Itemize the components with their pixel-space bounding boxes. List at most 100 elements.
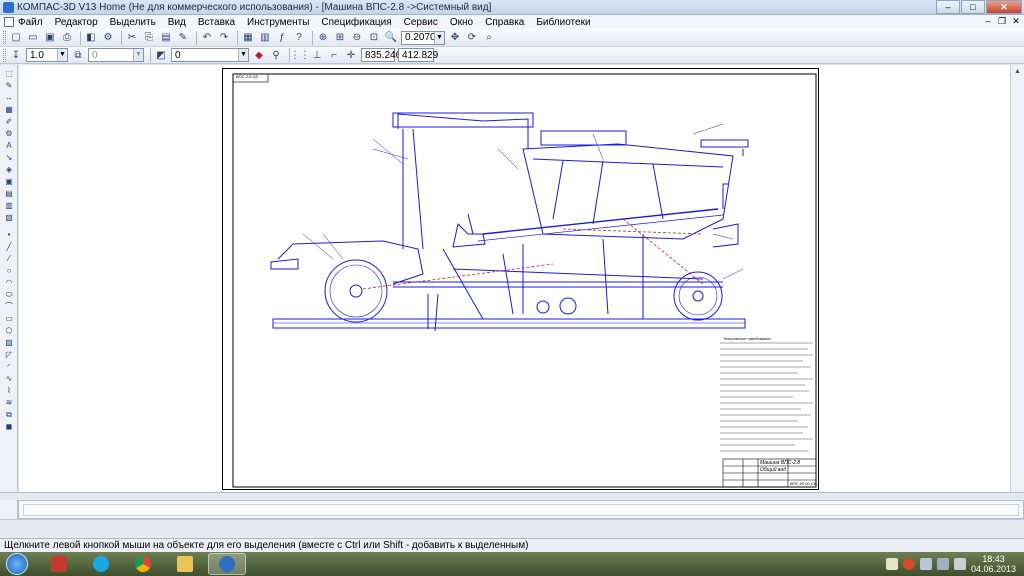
- segment-icon[interactable]: ⁄: [3, 254, 15, 263]
- aux-line-icon[interactable]: ╱: [3, 242, 15, 251]
- manager-icon[interactable]: ▦: [241, 31, 255, 45]
- param-icon[interactable]: ⚙: [3, 129, 15, 138]
- fill-icon[interactable]: ◼: [3, 422, 15, 431]
- chamfer-icon[interactable]: ◸: [3, 350, 15, 359]
- tray-icon[interactable]: [919, 558, 932, 570]
- zoom-frame-icon[interactable]: ⊞: [333, 31, 347, 45]
- maximize-button[interactable]: □: [961, 0, 985, 14]
- zoom-all-icon[interactable]: ⊡: [367, 31, 381, 45]
- menu-window[interactable]: Окно: [450, 17, 473, 28]
- clock[interactable]: 18:43 04.06.2013: [971, 554, 1016, 574]
- chevron-down-icon[interactable]: ▼: [238, 49, 248, 61]
- polyline-icon[interactable]: ⌒: [3, 302, 15, 311]
- chevron-down-icon[interactable]: ▼: [57, 49, 67, 61]
- designation-icon[interactable]: A: [3, 141, 15, 150]
- equidistant-icon[interactable]: ≋: [3, 398, 15, 407]
- collect-icon[interactable]: ⧉: [3, 410, 15, 419]
- rounding-icon[interactable]: ⌐: [327, 48, 341, 62]
- taskbar-app-1[interactable]: [40, 553, 78, 575]
- menu-file[interactable]: Файл: [18, 17, 43, 28]
- cursor-icon[interactable]: ✛: [344, 48, 358, 62]
- library-icon[interactable]: ▥: [258, 31, 272, 45]
- menu-select[interactable]: Выделить: [110, 17, 156, 28]
- taskbar-skype[interactable]: [82, 553, 120, 575]
- doc-close-button[interactable]: ✕: [1010, 16, 1022, 27]
- save-icon[interactable]: ▣: [43, 31, 57, 45]
- line-scale-field[interactable]: 1.0 ▼: [26, 48, 68, 62]
- scroll-up-icon[interactable]: ▲: [1011, 65, 1024, 78]
- taskbar-chrome[interactable]: [124, 553, 162, 575]
- menu-tools[interactable]: Инструменты: [247, 17, 309, 28]
- copy-icon[interactable]: ⎘: [142, 31, 156, 45]
- toolbar-grip[interactable]: [3, 48, 6, 62]
- measure-icon[interactable]: ↘: [3, 153, 15, 162]
- menu-specification[interactable]: Спецификация: [321, 17, 391, 28]
- coord-x-field[interactable]: 835.246: [361, 48, 401, 62]
- toolbar-grip[interactable]: [3, 31, 6, 44]
- format-icon[interactable]: ✎: [176, 31, 190, 45]
- properties-icon[interactable]: ⚙: [101, 31, 115, 45]
- open-file-icon[interactable]: ▭: [26, 31, 40, 45]
- rectangle-icon[interactable]: ▭: [3, 314, 15, 323]
- snap-settings-icon[interactable]: ⚲: [269, 48, 283, 62]
- drawing-workspace[interactable]: ВПС-2.8 СБ Технические требования Машина…: [19, 65, 1024, 492]
- preview-icon[interactable]: ◧: [84, 31, 98, 45]
- close-button[interactable]: ✕: [986, 0, 1022, 14]
- cut-icon[interactable]: ✂: [125, 31, 139, 45]
- circle-icon[interactable]: ○: [3, 266, 15, 275]
- snap-icon[interactable]: ↧: [9, 48, 23, 62]
- horizontal-splitter[interactable]: [0, 492, 1024, 500]
- help-icon[interactable]: ?: [292, 31, 306, 45]
- zoom-dynamic-icon[interactable]: ⌕: [482, 31, 496, 45]
- hatch-icon[interactable]: ▨: [3, 338, 15, 347]
- new-file-icon[interactable]: ▢: [9, 31, 23, 45]
- select-all-icon[interactable]: ◈: [3, 165, 15, 174]
- volume-icon[interactable]: [953, 558, 966, 570]
- menu-editor[interactable]: Редактор: [55, 17, 98, 28]
- color-icon[interactable]: ◆: [252, 48, 266, 62]
- start-button[interactable]: [6, 553, 28, 575]
- select-icon[interactable]: ⬚: [3, 69, 15, 78]
- dimensions-icon[interactable]: ↔: [3, 93, 15, 102]
- fillet-icon[interactable]: ◜: [3, 362, 15, 371]
- menu-insert[interactable]: Вставка: [198, 17, 235, 28]
- geometry-icon[interactable]: ✎: [3, 81, 15, 90]
- drawing-sheet[interactable]: ВПС-2.8 СБ Технические требования Машина…: [222, 68, 819, 490]
- layer-field[interactable]: 0 ▼: [88, 48, 144, 62]
- properties-field[interactable]: [23, 504, 1019, 516]
- pan-icon[interactable]: ✥: [448, 31, 462, 45]
- arc-icon[interactable]: ◠: [3, 278, 15, 287]
- tray-icon[interactable]: [902, 558, 915, 570]
- view-icon[interactable]: ▣: [3, 177, 15, 186]
- menu-view[interactable]: Вид: [168, 17, 186, 28]
- network-icon[interactable]: [936, 558, 949, 570]
- zoom-in-icon[interactable]: ⊕: [316, 31, 330, 45]
- chevron-down-icon[interactable]: ▼: [434, 31, 444, 44]
- taskbar-explorer[interactable]: [166, 553, 204, 575]
- zoom-scale-icon[interactable]: 🔍: [384, 31, 398, 45]
- vertical-scrollbar[interactable]: ▲: [1010, 65, 1024, 492]
- ellipse-icon[interactable]: ⬭: [3, 290, 15, 299]
- ortho-icon[interactable]: ⊥: [310, 48, 324, 62]
- spec-icon[interactable]: ▤: [3, 189, 15, 198]
- print-icon[interactable]: ⎙: [60, 31, 74, 45]
- coord-y-field[interactable]: 412.829: [398, 48, 438, 62]
- insert-icon[interactable]: ▧: [3, 213, 15, 222]
- polygon-icon[interactable]: ⬠: [3, 326, 15, 335]
- redo-icon[interactable]: ↷: [217, 31, 231, 45]
- variables-icon[interactable]: ƒ: [275, 31, 289, 45]
- spline-icon[interactable]: ∿: [3, 374, 15, 383]
- tray-icon[interactable]: [885, 558, 898, 570]
- contour-icon[interactable]: ⌇: [3, 386, 15, 395]
- chevron-down-icon[interactable]: ▼: [133, 49, 143, 61]
- edit-icon[interactable]: ✐: [3, 117, 15, 126]
- grid-icon[interactable]: ⋮⋮: [290, 48, 310, 62]
- menu-help[interactable]: Справка: [485, 17, 524, 28]
- minimize-button[interactable]: –: [936, 0, 960, 14]
- zoom-out-icon[interactable]: ⊖: [350, 31, 364, 45]
- layers-icon[interactable]: ◩: [154, 48, 168, 62]
- undo-icon[interactable]: ↶: [200, 31, 214, 45]
- refresh-icon[interactable]: ⟳: [465, 31, 479, 45]
- menu-libraries[interactable]: Библиотеки: [536, 17, 590, 28]
- table-icon[interactable]: ▦: [3, 105, 15, 114]
